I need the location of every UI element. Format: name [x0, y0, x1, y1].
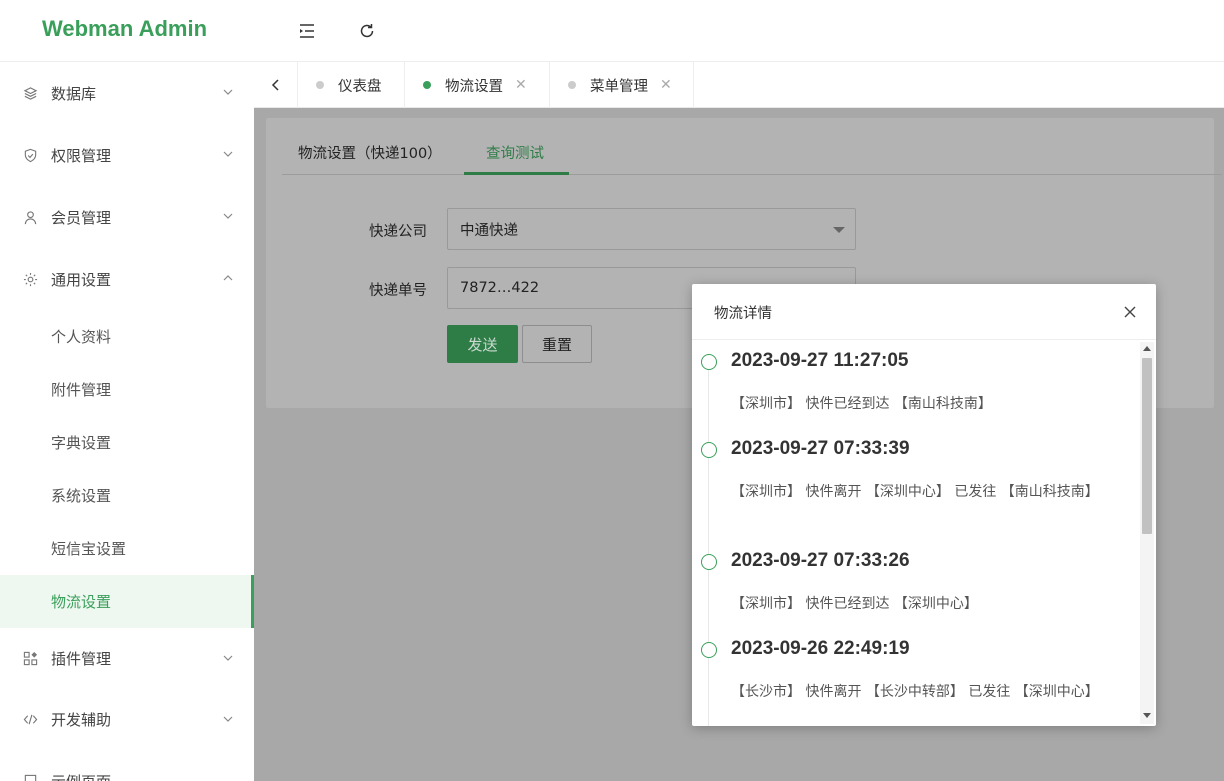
code-icon: [22, 712, 38, 728]
layers-icon: [22, 85, 38, 101]
timeline-line: [708, 370, 709, 726]
timeline-description: 【深圳市】 快件已经到达 【深圳中心】: [731, 596, 978, 612]
tab-menu-management[interactable]: 菜单管理 ✕: [550, 62, 694, 108]
scroll-up-arrow-icon[interactable]: [1143, 346, 1151, 351]
sidebar-item-label: 通用设置: [51, 270, 112, 289]
page-icon: [22, 773, 38, 781]
close-icon[interactable]: ✕: [660, 77, 672, 93]
user-icon: [22, 209, 38, 225]
chevron-left-icon: [271, 79, 279, 91]
reset-button[interactable]: 重置: [522, 325, 592, 363]
timeline-dot: [701, 442, 717, 458]
timeline-description: 【深圳市】 快件离开 【深圳中心】 已发往 【南山科技南】: [731, 484, 1099, 500]
sidebar-item-examples[interactable]: 示例页面: [0, 750, 254, 781]
tab-bar: 仪表盘 物流设置 ✕ 菜单管理 ✕: [254, 62, 1224, 108]
modal-title: 物流详情: [714, 306, 772, 322]
refresh-icon[interactable]: [353, 17, 381, 45]
sidebar-item-label: 插件管理: [51, 650, 112, 668]
timeline-time: 2023-09-27 07:33:39: [731, 438, 910, 459]
chevron-down-icon: [223, 89, 233, 95]
timeline-description: 【深圳市】 快件已经到达 【南山科技南】: [731, 396, 992, 412]
modal-header: 物流详情: [692, 284, 1156, 340]
logistics-detail-modal: 物流详情 2023-09-27 11:27:05 【深圳市】 快件已经到达 【南…: [692, 284, 1156, 726]
sidebar-item-label: 示例页面: [51, 771, 111, 781]
sidebar-subitem-sms[interactable]: 短信宝设置: [0, 522, 254, 575]
top-header: Webman Admin: [0, 0, 1224, 62]
modal-body: 2023-09-27 11:27:05 【深圳市】 快件已经到达 【南山科技南】…: [692, 340, 1156, 726]
sidebar-subitem-logistics[interactable]: 物流设置: [0, 575, 254, 628]
active-tab-indicator: [464, 172, 569, 175]
chevron-down-icon: [223, 716, 233, 722]
company-select[interactable]: 中通快递: [447, 208, 856, 250]
tab-label: 仪表盘: [338, 78, 382, 95]
apps-icon: [22, 651, 38, 667]
sidebar-subitem-attachments[interactable]: 附件管理: [0, 363, 254, 416]
sidebar-subitem-profile[interactable]: 个人资料: [0, 310, 254, 363]
tracking-number-label: 快递单号: [369, 283, 427, 299]
menu-fold-icon[interactable]: [293, 17, 321, 45]
scroll-down-arrow-icon[interactable]: [1143, 713, 1151, 718]
timeline-dot: [701, 642, 717, 658]
shield-icon: [22, 147, 38, 163]
tab-status-dot: [316, 81, 324, 89]
tab-logistics-settings[interactable]: 物流设置 ✕: [405, 62, 550, 108]
sidebar-item-label: 开发辅助: [51, 711, 112, 729]
tab-status-dot: [423, 81, 431, 89]
sidebar-subitem-system[interactable]: 系统设置: [0, 469, 254, 522]
content-tab-logistics-config[interactable]: 物流设置（快递100）: [298, 142, 442, 172]
content-tab-query-test[interactable]: 查询测试: [486, 142, 544, 172]
chevron-up-icon: [223, 275, 233, 281]
sidebar-item-label: 数据库: [51, 84, 97, 103]
company-select-value: 中通快递: [460, 222, 518, 239]
tab-dashboard[interactable]: 仪表盘: [298, 62, 405, 108]
tab-label: 物流设置: [445, 78, 503, 95]
timeline-time: 2023-09-27 11:27:05: [731, 350, 909, 371]
sidebar-item-label: 会员管理: [51, 208, 112, 227]
gear-icon: [22, 271, 38, 287]
chevron-down-icon: [223, 151, 233, 157]
tab-label: 菜单管理: [590, 78, 648, 95]
timeline-dot: [701, 554, 717, 570]
tab-status-dot: [568, 81, 576, 89]
sidebar-item-members[interactable]: 会员管理: [0, 186, 254, 248]
tab-scroll-left-button[interactable]: [254, 62, 298, 108]
sidebar-subitem-dictionary[interactable]: 字典设置: [0, 416, 254, 469]
timeline-description: 【长沙市】 快件离开 【长沙中转部】 已发往 【深圳中心】: [731, 684, 1099, 700]
sidebar-item-permissions[interactable]: 权限管理: [0, 124, 254, 186]
company-label: 快递公司: [369, 224, 427, 240]
caret-down-icon: [833, 227, 845, 233]
timeline-time: 2023-09-27 07:33:26: [731, 550, 910, 571]
chevron-down-icon: [223, 213, 233, 219]
send-button[interactable]: 发送: [447, 325, 518, 363]
sidebar-item-label: 权限管理: [51, 146, 112, 165]
sidebar: 数据库 权限管理 会员管理 通用设置 个人资料 附件管理 字典设置 系统设置 短…: [0, 62, 254, 781]
close-icon[interactable]: ✕: [515, 77, 527, 93]
sidebar-item-general-settings[interactable]: 通用设置: [0, 248, 254, 310]
sidebar-item-plugins[interactable]: 插件管理: [0, 628, 254, 689]
modal-scrollbar[interactable]: [1140, 342, 1154, 724]
tracking-number-value: 7872…422: [460, 280, 540, 296]
sidebar-item-database[interactable]: 数据库: [0, 62, 254, 124]
close-icon[interactable]: [1120, 302, 1140, 322]
content-tab-divider: [282, 174, 1222, 175]
sidebar-item-dev-tools[interactable]: 开发辅助: [0, 689, 254, 750]
timeline-time: 2023-09-26 22:49:19: [731, 638, 910, 659]
timeline-dot: [701, 354, 717, 370]
app-logo: Webman Admin: [42, 16, 208, 41]
scrollbar-thumb[interactable]: [1142, 358, 1152, 534]
chevron-down-icon: [223, 655, 233, 661]
